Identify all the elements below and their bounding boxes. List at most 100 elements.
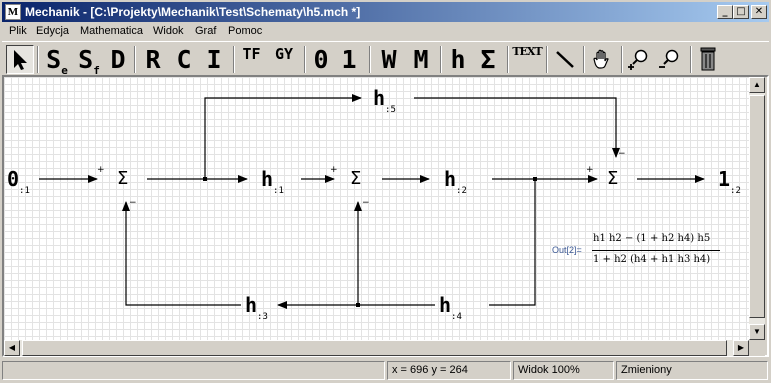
app-icon[interactable]: M xyxy=(5,4,21,20)
main-window: M Mechanik - [C:\Projekty\Mechanik\Test\… xyxy=(0,0,771,383)
menu-edycja[interactable]: Edycja xyxy=(36,25,69,37)
h2-sub: :2 xyxy=(456,186,467,196)
sum3-plus-sign: + xyxy=(586,165,594,175)
toolbar-separator xyxy=(583,46,585,73)
one-junction-button[interactable]: 1 xyxy=(337,45,361,74)
h-block-button[interactable]: h xyxy=(445,45,471,74)
minimize-button[interactable]: _ xyxy=(717,5,733,19)
block-h4[interactable]: h:4 xyxy=(439,293,462,322)
sum1-plus-sign: + xyxy=(97,165,105,175)
h3-sub: :3 xyxy=(257,312,268,322)
h4-sub: :4 xyxy=(451,312,462,322)
vertical-scroll-thumb[interactable] xyxy=(749,95,765,318)
zoom-in-button[interactable] xyxy=(625,45,653,74)
i-element-button[interactable]: I xyxy=(202,45,226,74)
toolbar-separator xyxy=(546,46,548,73)
sum-block-button[interactable]: Σ xyxy=(475,45,501,74)
h5-sub: :5 xyxy=(385,105,396,115)
menu-widok[interactable]: Widok xyxy=(153,25,184,37)
toolbar-separator xyxy=(621,46,623,73)
line-tool-button[interactable] xyxy=(551,45,579,74)
block-h1[interactable]: h:1 xyxy=(261,167,284,196)
zoom-out-icon xyxy=(659,49,679,68)
toolbar-separator xyxy=(37,46,39,73)
horizontal-scroll-thumb[interactable] xyxy=(22,340,727,356)
block-h2[interactable]: h:2 xyxy=(444,167,467,196)
window-title: Mechanik - [C:\Projekty\Mechanik\Test\Sc… xyxy=(25,5,361,19)
select-tool-button[interactable] xyxy=(6,45,34,74)
sum2-minus-sign: − xyxy=(362,198,370,208)
sf-label: S xyxy=(78,45,94,74)
w-element-button[interactable]: W xyxy=(374,45,404,74)
toolbar-separator xyxy=(134,46,136,73)
schematic-canvas[interactable]: 0:1 Σ h:1 Σ h:2 Σ 1:2 h:5 h:3 h:4 + − + … xyxy=(4,77,749,340)
zoom-out-button[interactable] xyxy=(656,45,684,74)
formula-numerator: h1 h2 − (1 + h2 h4) h5 xyxy=(593,233,711,244)
block-h5[interactable]: h:5 xyxy=(373,86,396,115)
output-label: Out[2]= xyxy=(552,245,582,255)
gy-element-button[interactable]: GY xyxy=(270,45,298,74)
h4-label: h xyxy=(439,293,452,317)
scroll-left-button[interactable]: ◀ xyxy=(4,340,20,356)
sf-source-button[interactable]: Sf xyxy=(74,45,104,77)
maximize-button[interactable]: □ xyxy=(733,5,749,19)
toolbar-separator xyxy=(440,46,442,73)
output-sub: :2 xyxy=(730,186,741,196)
se-source-button[interactable]: Se xyxy=(42,45,72,77)
hand-icon xyxy=(593,49,609,69)
formula-denominator: 1 + h2 (h4 + h1 h3 h4) xyxy=(593,254,711,265)
zoom-in-icon xyxy=(628,49,648,70)
h2-label: h xyxy=(444,167,457,191)
h5-label: h xyxy=(373,86,386,110)
status-message xyxy=(2,361,385,380)
m-element-button[interactable]: M xyxy=(406,45,436,74)
c-element-button[interactable]: C xyxy=(172,45,196,74)
text-tool-button[interactable]: TEXT xyxy=(512,45,542,74)
h3-label: h xyxy=(245,293,258,317)
toolbar-separator xyxy=(233,46,235,73)
sum3-minus-sign: − xyxy=(618,149,626,159)
zero-junction-button[interactable]: 0 xyxy=(309,45,333,74)
scroll-right-button[interactable]: ▶ xyxy=(733,340,749,356)
menu-mathematica[interactable]: Mathematica xyxy=(80,25,143,37)
cursor-coordinates: x = 696 y = 264 xyxy=(387,361,511,380)
toolbar-separator xyxy=(369,46,371,73)
line-icon xyxy=(556,51,574,68)
trash-icon xyxy=(700,47,716,71)
toolbar-separator xyxy=(304,46,306,73)
output-label: 1 xyxy=(718,167,731,191)
source-sub: :1 xyxy=(19,186,30,196)
source-label: 0 xyxy=(7,167,20,191)
block-h3[interactable]: h:3 xyxy=(245,293,268,322)
sum-block-2[interactable]: Σ xyxy=(350,168,361,189)
h1-label: h xyxy=(261,167,274,191)
sum-block-3[interactable]: Σ xyxy=(607,168,618,189)
title-bar[interactable]: M Mechanik - [C:\Projekty\Mechanik\Test\… xyxy=(2,2,769,22)
scroll-down-button[interactable]: ▼ xyxy=(749,324,765,340)
zoom-level: Widok 100% xyxy=(513,361,614,380)
sum1-minus-sign: − xyxy=(129,198,137,208)
status-bar: x = 696 y = 264 Widok 100% Zmieniony xyxy=(0,359,771,381)
tf-element-button[interactable]: TF xyxy=(239,45,264,74)
d-element-button[interactable]: D xyxy=(106,45,130,74)
delete-button[interactable] xyxy=(695,45,721,74)
r-element-button[interactable]: R xyxy=(141,45,165,74)
sum-block-1[interactable]: Σ xyxy=(117,168,128,189)
h1-sub: :1 xyxy=(273,186,284,196)
menu-pomoc[interactable]: Pomoc xyxy=(228,25,262,37)
vertical-scrollbar[interactable]: ▲ ▼ xyxy=(749,77,765,340)
menu-plik[interactable]: Plik xyxy=(9,25,27,37)
toolbar: Se Sf D R C I TF GY 0 1 W M h Σ TEXT xyxy=(2,41,769,77)
horizontal-scrollbar[interactable]: ◀ ▶ xyxy=(4,340,749,356)
fraction-bar xyxy=(592,250,720,251)
output-one-junction[interactable]: 1:2 xyxy=(718,167,741,196)
toolbar-separator xyxy=(690,46,692,73)
scroll-up-button[interactable]: ▲ xyxy=(749,77,765,93)
signal-lines xyxy=(39,94,705,309)
document-state: Zmieniony xyxy=(616,361,768,380)
menu-graf[interactable]: Graf xyxy=(195,25,216,37)
source-zero-junction[interactable]: 0:1 xyxy=(7,167,30,196)
scrollbar-corner xyxy=(749,340,765,356)
close-button[interactable]: ✕ xyxy=(751,5,767,19)
hand-tool-button[interactable] xyxy=(588,45,616,74)
